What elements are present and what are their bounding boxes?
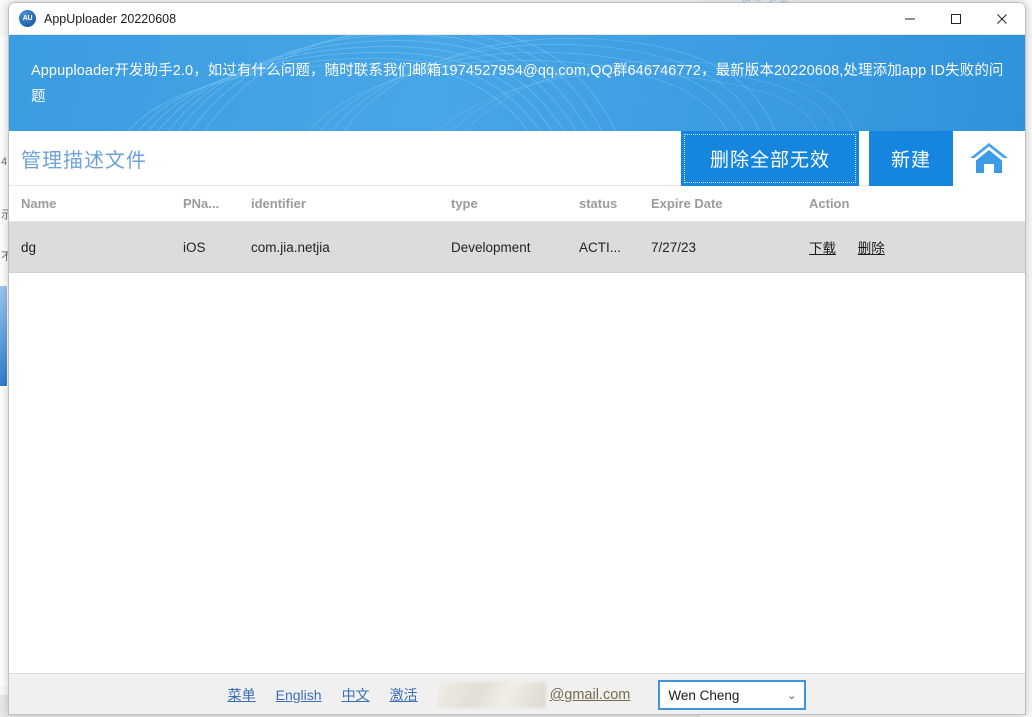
page-title: 管理描述文件 [21, 149, 147, 172]
window-title: AppUploader 20220608 [44, 11, 177, 26]
delete-link[interactable]: 删除 [858, 241, 885, 256]
footer-link-activate[interactable]: 激活 [390, 685, 418, 705]
close-icon[interactable] [979, 3, 1025, 35]
column-header-status: status [579, 196, 618, 211]
background-selection-bar [0, 286, 7, 386]
cell-status: ACTI... [579, 239, 622, 255]
home-icon-glyph [970, 143, 1008, 173]
banner-message: Appuploader开发助手2.0，如过有什么问题，随时联系我们邮箱19745… [31, 63, 1004, 105]
column-header-expire-date: Expire Date [651, 196, 723, 211]
toolbar: 管理描述文件 删除全部无效 新建 [9, 130, 1025, 186]
window-controls [887, 3, 1025, 35]
account-email: @gmail.com [549, 687, 631, 703]
column-header-identifier: identifier [251, 196, 306, 211]
profiles-table: Name PNa... identifier type status Expir… [9, 186, 1025, 673]
footer-content: 菜单 English 中文 激活 @gmail.com Wen Cheng ⌄ [228, 680, 807, 710]
redacted-email-local-part [436, 682, 547, 708]
footer-link-chinese[interactable]: 中文 [342, 685, 370, 705]
table-row[interactable]: dg iOS com.jia.netjia Development ACTI..… [9, 222, 1025, 273]
column-header-name: Name [21, 196, 57, 211]
download-link[interactable]: 下载 [809, 241, 836, 256]
minimize-icon[interactable] [887, 3, 933, 35]
column-header-type: type [451, 196, 478, 211]
column-header-action: Action [809, 196, 850, 211]
account-select[interactable]: Wen Cheng ⌄ [658, 680, 807, 710]
footer-link-english[interactable]: English [276, 687, 322, 703]
promo-banner: Appuploader开发助手2.0，如过有什么问题，随时联系我们邮箱19745… [9, 35, 1025, 131]
chevron-down-icon: ⌄ [787, 689, 797, 702]
background-left-char-0: 4 [1, 156, 8, 168]
column-header-pname: PNa... [183, 196, 220, 211]
cell-actions: 下载 删除 [805, 237, 1025, 257]
toolbar-actions: 删除全部无效 新建 [681, 130, 1025, 186]
cell-pname: iOS [183, 239, 206, 255]
delete-all-invalid-button[interactable]: 删除全部无效 [681, 130, 859, 186]
new-profile-button[interactable]: 新建 [869, 130, 953, 186]
table-header-row: Name PNa... identifier type status Expir… [9, 186, 1025, 222]
cell-expire-date: 7/27/23 [651, 239, 697, 255]
account-select-value: Wen Cheng [668, 687, 740, 703]
title-bar[interactable]: AU AppUploader 20220608 [9, 3, 1025, 35]
app-window: AU AppUploader 20220608 Appuploader开发助手2… [8, 2, 1026, 715]
cell-identifier: com.jia.netjia [251, 239, 330, 255]
maximize-icon[interactable] [933, 3, 979, 35]
cell-name: dg [21, 239, 37, 255]
cell-type: Development [451, 239, 531, 255]
table-scrollbar[interactable] [1019, 186, 1025, 673]
home-icon[interactable] [953, 130, 1025, 186]
app-logo-icon: AU [19, 10, 36, 27]
footer-bar: 菜单 English 中文 激活 @gmail.com Wen Cheng ⌄ [9, 673, 1025, 714]
footer-link-menu[interactable]: 菜单 [228, 685, 256, 705]
